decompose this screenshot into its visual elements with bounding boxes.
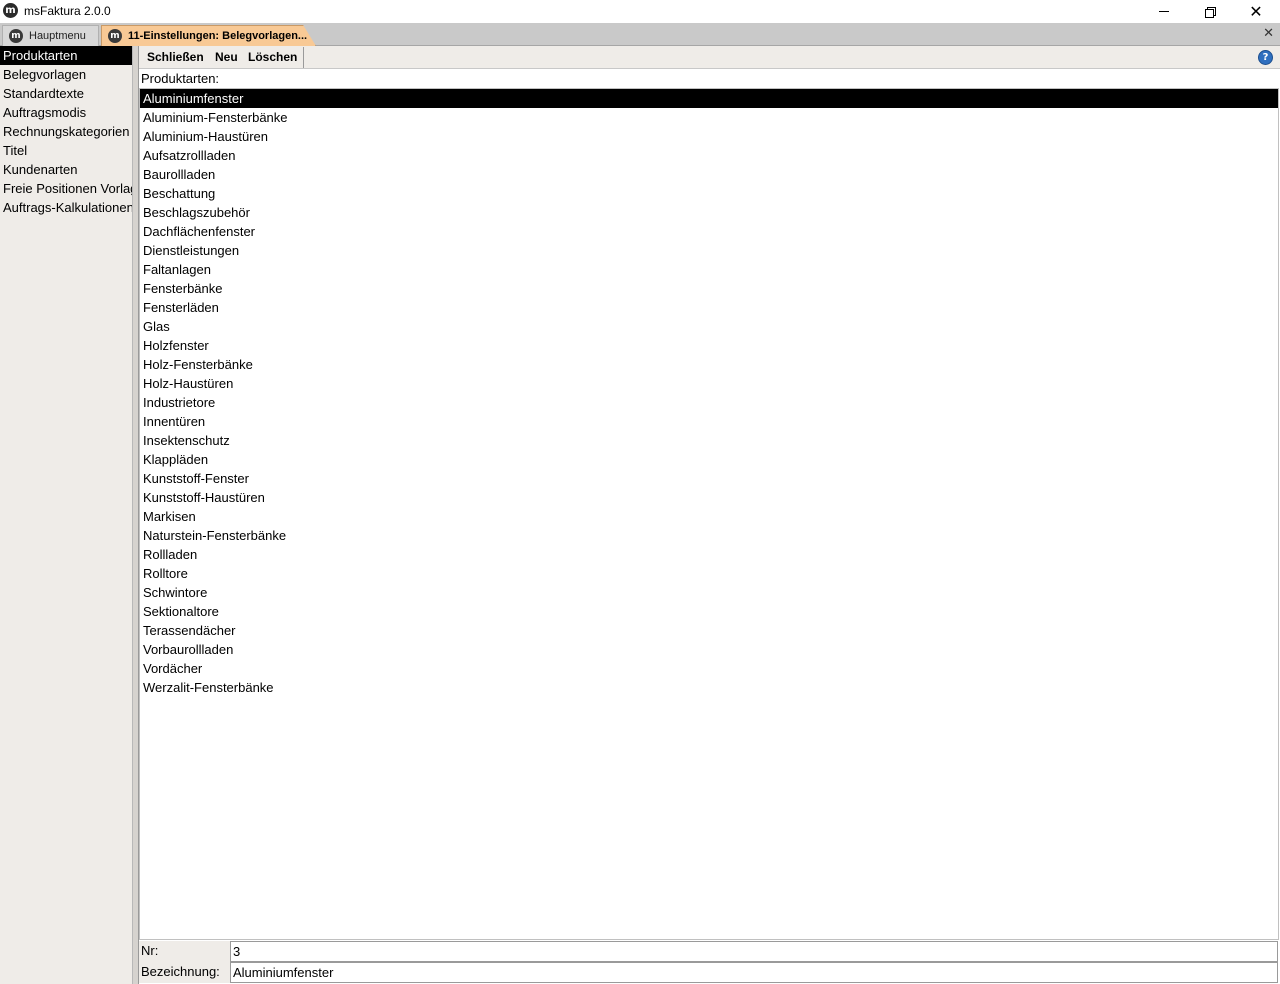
list-item[interactable]: Fensterbänke	[140, 279, 1278, 298]
sidebar-item-standardtexte[interactable]: Standardtexte	[0, 84, 132, 103]
list-item[interactable]: Dachflächenfenster	[140, 222, 1278, 241]
sidebar-item-titel[interactable]: Titel	[0, 141, 132, 160]
nr-row: Nr: 3	[139, 941, 1280, 962]
close-icon: ✕	[1249, 1, 1263, 21]
app-logo-icon: m	[9, 29, 23, 43]
sidebar-item-produktarten[interactable]: Produktarten	[0, 46, 132, 65]
list-item[interactable]: Holzfenster	[140, 336, 1278, 355]
list-item[interactable]: Kunststoff-Fenster	[140, 469, 1278, 488]
list-item[interactable]: Aufsatzrollladen	[140, 146, 1278, 165]
list-item[interactable]: Holz-Haustüren	[140, 374, 1278, 393]
bezeichnung-row: Bezeichnung: Aluminiumfenster	[139, 962, 1280, 983]
app-logo-icon: m	[3, 3, 18, 18]
list-item[interactable]: Sektionaltore	[140, 602, 1278, 621]
list-item[interactable]: Vordächer	[140, 659, 1278, 678]
tab-label: Hauptmenu	[29, 30, 86, 42]
close-tab-icon[interactable]: ✕	[1263, 26, 1274, 41]
tab-strip: m Hauptmenu m 11-Einstellungen: Belegvor…	[0, 23, 1280, 46]
new-button[interactable]: Neu	[209, 47, 245, 68]
list-item[interactable]: Werzalit-Fensterbänke	[140, 678, 1278, 697]
restore-button[interactable]	[1187, 0, 1233, 23]
list-item[interactable]: Klappläden	[140, 450, 1278, 469]
sidebar-item-rechnungskategorien[interactable]: Rechnungskategorien	[0, 122, 132, 141]
sidebar: Produktarten Belegvorlagen Standardtexte…	[0, 46, 133, 984]
window-title: msFaktura 2.0.0	[24, 4, 111, 18]
list-item[interactable]: Rollladen	[140, 545, 1278, 564]
list-item[interactable]: Markisen	[140, 507, 1278, 526]
sidebar-item-belegvorlagen[interactable]: Belegvorlagen	[0, 65, 132, 84]
toolbar: Schließen Neu Löschen ?	[139, 46, 1280, 69]
list-item[interactable]: Holz-Fensterbänke	[140, 355, 1278, 374]
sidebar-item-auftrags-kalkulationen[interactable]: Auftrags-Kalkulationen	[0, 198, 132, 217]
list-item[interactable]: Schwintore	[140, 583, 1278, 602]
app-logo-icon: m	[108, 29, 122, 43]
list-item[interactable]: Insektenschutz	[140, 431, 1278, 450]
list-item[interactable]: Faltanlagen	[140, 260, 1278, 279]
list-item[interactable]: Naturstein-Fensterbänke	[140, 526, 1278, 545]
list-item[interactable]: Aluminiumfenster	[140, 89, 1278, 108]
sidebar-item-auftragsmodis[interactable]: Auftragsmodis	[0, 103, 132, 122]
list-item[interactable]: Beschlagszubehör	[140, 203, 1278, 222]
nr-label: Nr:	[139, 941, 230, 962]
product-type-list[interactable]: Aluminiumfenster Aluminium-Fensterbänke Al…	[139, 88, 1279, 940]
list-item[interactable]: Terassendächer	[140, 621, 1278, 640]
list-item[interactable]: Aluminium-Fensterbänke	[140, 108, 1278, 127]
close-button[interactable]: Schließen	[141, 47, 211, 68]
minimize-button[interactable]	[1141, 0, 1187, 23]
list-item[interactable]: Rolltore	[140, 564, 1278, 583]
list-item[interactable]: Kunststoff-Haustüren	[140, 488, 1278, 507]
restore-icon	[1205, 6, 1216, 18]
close-window-button[interactable]: ✕	[1233, 0, 1279, 23]
sidebar-item-kundenarten[interactable]: Kundenarten	[0, 160, 132, 179]
tab-hauptmenu[interactable]: m Hauptmenu	[2, 25, 99, 46]
minimize-icon	[1159, 11, 1169, 12]
title-bar: m msFaktura 2.0.0 ✕	[0, 0, 1280, 23]
tab-label: 11-Einstellungen: Belegvorlagen...	[128, 30, 308, 42]
bezeichnung-label: Bezeichnung:	[139, 962, 230, 983]
list-item[interactable]: Aluminium-Haustüren	[140, 127, 1278, 146]
list-item[interactable]: Fensterläden	[140, 298, 1278, 317]
list-item[interactable]: Vorbaurollladen	[140, 640, 1278, 659]
help-icon[interactable]: ?	[1258, 50, 1273, 65]
nr-field[interactable]: 3	[230, 941, 1278, 962]
tab-einstellungen[interactable]: m 11-Einstellungen: Belegvorlagen...	[101, 25, 316, 46]
delete-button[interactable]: Löschen	[242, 47, 305, 68]
list-item[interactable]: Beschattung	[140, 184, 1278, 203]
list-label: Produktarten:	[141, 71, 220, 86]
list-item[interactable]: Glas	[140, 317, 1278, 336]
list-item[interactable]: Innentüren	[140, 412, 1278, 431]
list-item[interactable]: Dienstleistungen	[140, 241, 1278, 260]
sidebar-item-freie-positionen[interactable]: Freie Positionen Vorlagen	[0, 179, 132, 198]
list-item[interactable]: Baurollladen	[140, 165, 1278, 184]
bezeichnung-field[interactable]: Aluminiumfenster	[230, 962, 1278, 983]
list-item[interactable]: Industrietore	[140, 393, 1278, 412]
